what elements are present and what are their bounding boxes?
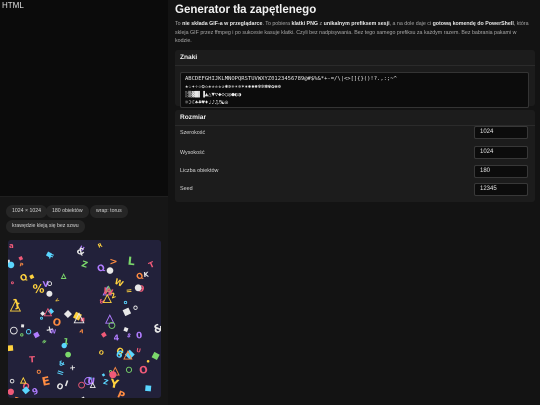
pattern-glyph: T [29, 355, 36, 365]
desc-strong-2: klatki PNG [291, 21, 319, 27]
wrap-badge: wrap: torus [90, 205, 128, 218]
seed-input[interactable]: 12345 [474, 183, 528, 196]
znaki-line-2: ★☆✦✧✩✪✫✬✭✮✯✰✱✲✳✴✵✶✷✸✹✺✻✼✽✾✿❀❁ [185, 84, 282, 90]
width-input[interactable]: 1024 [474, 126, 528, 139]
pattern-glyph: L [127, 255, 135, 269]
znaki-line-1: ABCDEFGHIJKLMNOPQRSTUVWXYZ0123456789@#$%… [185, 76, 397, 82]
object-count-input[interactable]: 180 [474, 165, 528, 178]
desc-text-4: , a na dole daje ci [389, 21, 433, 27]
pattern-circle [134, 284, 142, 292]
rozmiar-title: Rozmiar [180, 114, 207, 121]
desc-strong-1: nie składa GIF-a w przeglądarce [182, 21, 263, 27]
objects-badge: 180 obiektów [46, 205, 89, 218]
znaki-title: Znaki [180, 54, 198, 61]
edges-badge: krawędzie kleją się bez szwu [6, 220, 85, 233]
pattern-glyph: + [69, 363, 76, 373]
pattern-circle [65, 351, 71, 358]
height-input[interactable]: 1024 [474, 146, 528, 159]
znaki-line-4: ☼☽☾♠♣♥♦♩♪♫♬☯☮ [185, 100, 229, 106]
seed-label: Seed [180, 186, 193, 192]
pattern-glyph: 0 [136, 331, 143, 341]
znaki-line-3: ░▒▓█▌▐▲△▼▽◆◇○◎●◐◑ [185, 92, 242, 98]
pattern-preview: & O I% U W 0 U Q Q 9 2 & Q + O T 4 O} P $ * Q Z W Y > U & F < E 1 Z + O P K T… [8, 240, 161, 398]
rozmiar-card: Rozmiar Szerokość 1024 Wysokość 1024 Lic… [175, 110, 535, 202]
size-badge: 1024 × 1024 [6, 205, 47, 218]
desc-strong-4: gotową komendę do PowerShell [432, 21, 514, 27]
pattern-canvas: &OI%UW0UQQ92&Q+OT4O}P$*QZWY>U&F<E1Z+OPKT… [8, 240, 161, 398]
pattern-square [145, 385, 152, 392]
pattern-circle [61, 342, 67, 349]
pattern-circle [46, 290, 53, 297]
pattern-glyph: 4 [113, 333, 120, 342]
page-description: To nie składa GIF-a w przeglądarce. To p… [175, 20, 530, 46]
pattern-glyph: W [50, 329, 56, 335]
page-title: Generator tła zapętlenego [175, 4, 317, 16]
pattern-corner-glyph: a [9, 242, 14, 250]
desc-strong-3: unikalnym prefiksem sesji [323, 21, 390, 27]
pattern-glyph: > [109, 256, 117, 267]
object-count-label: Liczba obiektów [180, 168, 219, 174]
znaki-divider [175, 65, 535, 66]
pattern-square [8, 345, 14, 352]
width-label: Szerokość [180, 130, 206, 136]
desc-text-2: . To pobiera [262, 21, 292, 27]
pattern-circle [106, 267, 114, 274]
znaki-textarea[interactable]: ABCDEFGHIJKLMNOPQRSTUVWXYZ0123456789@#$%… [180, 72, 529, 108]
pattern-circle [109, 371, 117, 379]
znaki-card: Znaki ABCDEFGHIJKLMNOPQRSTUVWXYZ01234567… [175, 50, 535, 108]
html-label: HTML [2, 1, 24, 10]
pattern-circle [146, 360, 150, 363]
pattern-glyph: = [125, 286, 132, 296]
pattern-circle [8, 261, 15, 269]
height-label: Wysokość [180, 150, 205, 156]
pattern-square [21, 324, 25, 328]
